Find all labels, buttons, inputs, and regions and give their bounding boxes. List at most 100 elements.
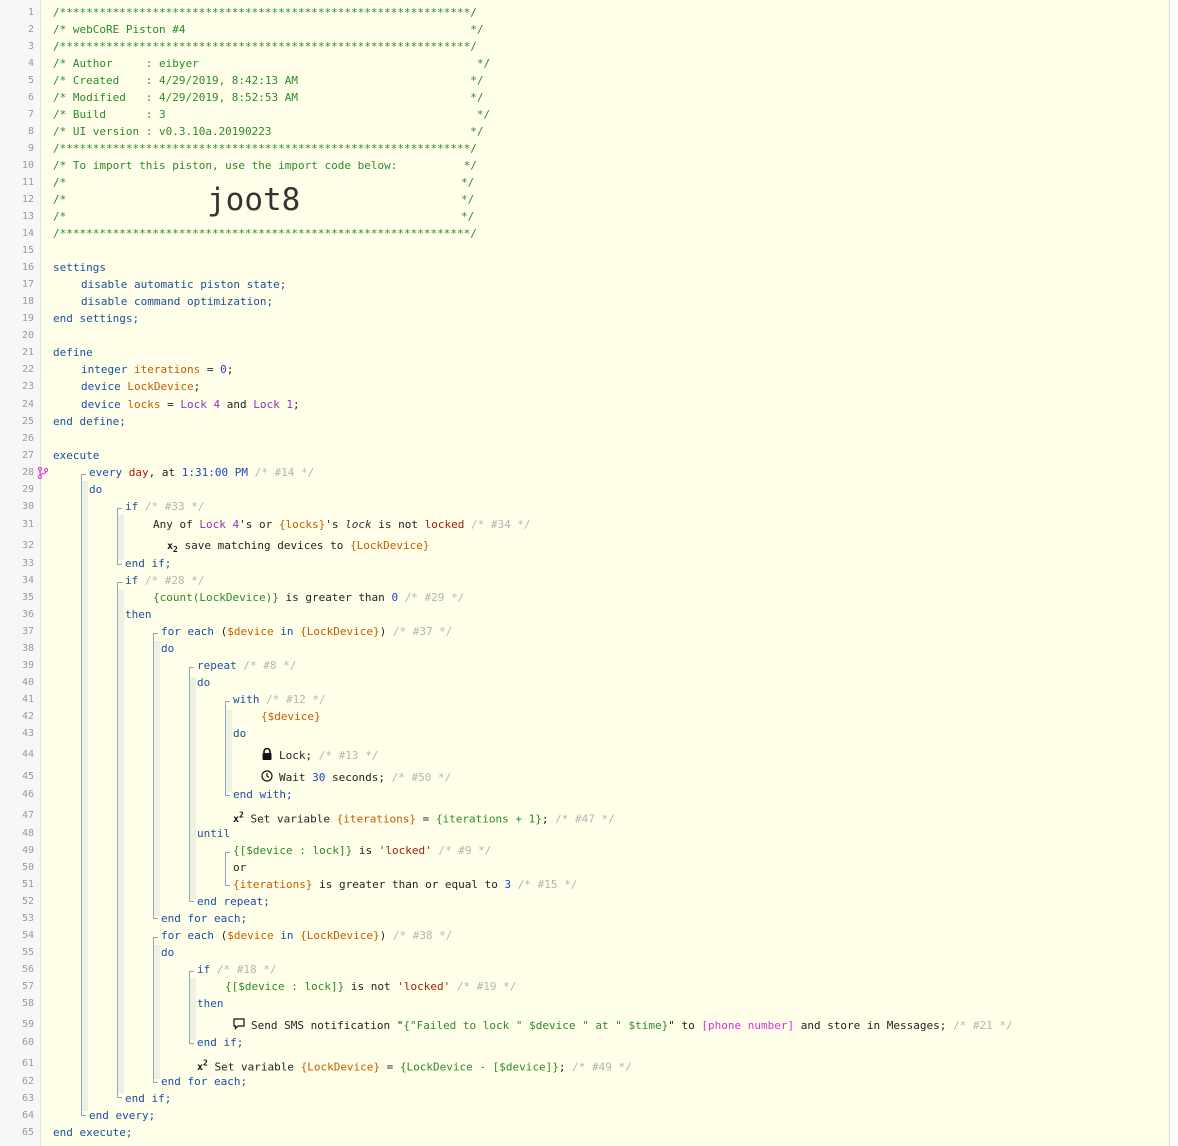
line-number: 55 [21, 947, 34, 958]
or-operator[interactable]: or [233, 861, 246, 875]
end-if[interactable]: end if; [197, 1036, 243, 1050]
for-each-statement[interactable]: for each ($device in {LockDevice}) /* #3… [161, 929, 452, 943]
if-statement[interactable]: if /* #18 */ [197, 963, 276, 977]
settings-open[interactable]: settings [53, 261, 106, 275]
line-number: 47 [21, 810, 34, 821]
end-every[interactable]: end every; [89, 1109, 155, 1123]
comment: /* #37 */ [392, 625, 453, 638]
do-keyword[interactable]: do [89, 483, 102, 497]
lock-command[interactable]: Lock; /* #13 */ [261, 747, 378, 763]
line-number: 54 [21, 930, 34, 941]
end-if[interactable]: end if; [125, 1092, 171, 1106]
define-lockdevice[interactable]: device LockDevice; [81, 380, 200, 394]
text: is greater than or equal to [312, 878, 505, 891]
until-keyword[interactable]: until [197, 827, 230, 841]
then-keyword[interactable]: then [125, 608, 152, 622]
line-number: 12 [21, 194, 34, 205]
expression: {LockDevice - [$device]} [399, 1060, 559, 1074]
expression: {"Failed to lock " $device " at " $time} [403, 1019, 669, 1032]
command: Send SMS notification " [251, 1019, 404, 1032]
semicolon: ; [226, 363, 234, 376]
number: 30 [312, 771, 326, 784]
define-iterations[interactable]: integer iterations = 0; [81, 363, 233, 377]
execute-open[interactable]: execute [53, 449, 99, 463]
text: ( [213, 625, 228, 638]
block-bracket [117, 508, 122, 565]
settings-close[interactable]: end settings; [53, 312, 139, 326]
then-keyword[interactable]: then [197, 997, 224, 1011]
block-bar [153, 641, 160, 916]
set-variable-command[interactable]: x2 Set variable {LockDevice} = {LockDevi… [197, 1057, 632, 1075]
header-comment-open: /* [53, 210, 67, 223]
code-editor[interactable]: 1 2 3 4 5 6 7 8 9 10 11 12 13 14 15 16 17 18 19 20 21 22 23 24 2… [0, 0, 1170, 1146]
do-keyword[interactable]: do [161, 946, 174, 960]
header-comment-close: */ [461, 193, 475, 206]
with-device[interactable]: {$device} [261, 710, 321, 724]
text: ) [379, 929, 387, 942]
end-for-each[interactable]: end for each; [161, 1075, 247, 1089]
text: " to [668, 1019, 702, 1032]
save-matching-line[interactable]: x2 save matching devices to {LockDevice} [167, 539, 430, 557]
end-with[interactable]: end with; [233, 788, 293, 802]
line-number: 48 [21, 828, 34, 839]
end-if[interactable]: end if; [125, 557, 171, 571]
line-number: 37 [21, 626, 34, 637]
with-statement[interactable]: with /* #12 */ [233, 693, 326, 707]
for-each-statement[interactable]: for each ($device in {LockDevice}) /* #3… [161, 625, 452, 639]
line-number: 23 [21, 381, 34, 392]
line-number: 26 [21, 433, 34, 444]
do-keyword[interactable]: do [197, 676, 210, 690]
text: 's [325, 518, 346, 531]
text: ) [379, 625, 387, 638]
condition-line[interactable]: {iterations} is greater than or equal to… [233, 878, 577, 892]
define-close[interactable]: end define; [53, 415, 126, 429]
settings-line[interactable]: disable automatic piston state; [81, 278, 286, 292]
block-bracket [153, 633, 158, 919]
execute-close[interactable]: end execute; [53, 1126, 132, 1140]
semicolon: ; [558, 1060, 566, 1074]
condition-line[interactable]: Any of Lock 4's or {locks}'s lock is not… [153, 518, 531, 532]
text: 's or [239, 518, 279, 531]
header-comment-open: /* [53, 193, 67, 206]
end-repeat[interactable]: end repeat; [197, 895, 270, 909]
condition-line[interactable]: {[$device : lock]} is not 'locked' /* #1… [225, 980, 516, 994]
set-variable-command[interactable]: x2 Set variable {iterations} = {iteratio… [233, 809, 615, 827]
if-statement[interactable]: if /* #28 */ [125, 574, 204, 588]
text: Any of [153, 518, 200, 531]
line-number: 59 [21, 1019, 34, 1030]
interval: day [128, 466, 149, 479]
end-for-each[interactable]: end for each; [161, 912, 247, 926]
header-comment-close: */ [461, 210, 475, 223]
send-sms-command[interactable]: Send SMS notification "{"Failed to lock … [233, 1018, 1013, 1033]
superscript-x2-icon: x2 [233, 811, 244, 826]
variable: {LockDevice} [300, 1060, 381, 1074]
if-statement[interactable]: if /* #33 */ [125, 500, 204, 514]
text: seconds; [325, 771, 385, 784]
header-import-note: /* To import this piston, use the import… [53, 159, 477, 172]
operator: = [416, 812, 436, 826]
condition-line[interactable]: {[$device : lock]} is 'locked' /* #9 */ [233, 844, 491, 858]
header-modified: /* Modified : 4/29/2019, 8:52:53 AM */ [53, 91, 484, 104]
header-created: /* Created : 4/29/2019, 8:42:13 AM */ [53, 74, 484, 87]
header-border: /***************************************… [53, 40, 477, 53]
do-keyword[interactable]: do [233, 727, 246, 741]
every-statement[interactable]: every day, at 1:31:00 PM /* #14 */ [89, 466, 314, 480]
line-number: 11 [21, 177, 34, 188]
block-bracket [189, 971, 194, 1044]
condition-line[interactable]: {count(LockDevice)} is greater than 0 /*… [153, 591, 464, 605]
wait-command[interactable]: Wait 30 seconds; /* #50 */ [261, 770, 451, 785]
define-open[interactable]: define [53, 346, 93, 360]
variable: {iterations} [336, 812, 417, 826]
header-title: /* webCoRE Piston #4 */ [53, 23, 484, 36]
line-number: 27 [21, 450, 34, 461]
settings-line[interactable]: disable command optimization; [81, 295, 273, 309]
message-icon [233, 1018, 245, 1030]
line-number: 24 [21, 399, 34, 410]
do-keyword[interactable]: do [161, 642, 174, 656]
define-locks[interactable]: device locks = Lock 4 and Lock 1; [81, 398, 300, 412]
repeat-statement[interactable]: repeat /* #8 */ [197, 659, 296, 673]
line-number: 33 [21, 558, 34, 569]
header-build: /* Build : 3 */ [53, 108, 491, 121]
comment: /* #9 */ [438, 844, 492, 857]
branch-icon[interactable] [38, 467, 48, 479]
